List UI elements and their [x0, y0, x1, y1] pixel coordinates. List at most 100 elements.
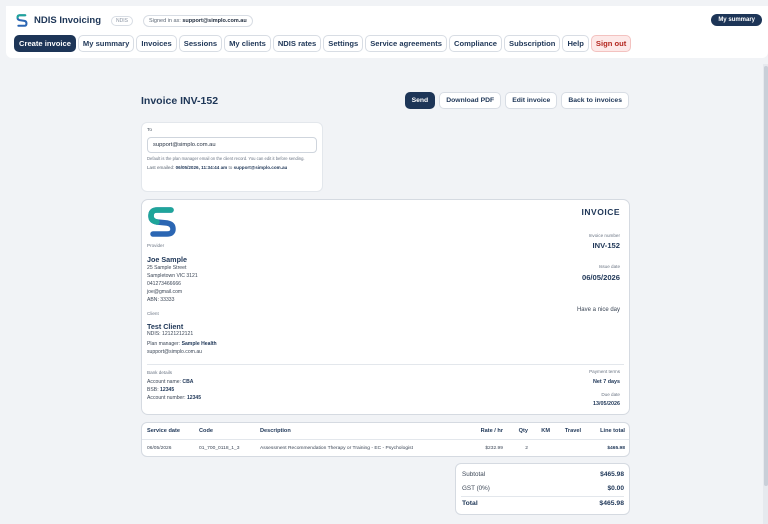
my-summary-button[interactable]: My summary: [711, 14, 762, 26]
cell-service-date: 06/05/2026: [147, 446, 172, 451]
invoice-number-label: Invoice number: [588, 233, 620, 238]
ndis-badge: NDIS: [111, 15, 133, 26]
totals-divider: [461, 496, 624, 497]
account-number-line: Account number: 12345: [147, 395, 201, 403]
col-km: KM: [541, 428, 550, 434]
nav-sign-out[interactable]: Sign out: [590, 35, 632, 52]
invoice-divider: [147, 364, 624, 365]
payment-terms: Net 7 days: [593, 379, 620, 385]
nav-ndis-rates[interactable]: NDIS rates: [272, 35, 322, 52]
table-header: Service date Code Description Rate / hr …: [142, 423, 629, 440]
scrollbar-thumb[interactable]: [764, 66, 768, 486]
col-line-total: Line total: [600, 428, 625, 434]
nav-invoices[interactable]: Invoices: [136, 35, 177, 52]
edit-invoice-button[interactable]: Edit invoice: [505, 92, 558, 109]
plan-manager-line: Plan manager: Sample Health: [147, 341, 217, 349]
plan-manager-info: Plan manager: Sample Health support@simp…: [147, 341, 217, 357]
app-logo-icon: [16, 14, 28, 27]
client-label: Client: [147, 311, 159, 316]
send-button[interactable]: Send: [404, 92, 436, 109]
total-value: $465.98: [599, 500, 624, 507]
app-header: NDIS Invoicing NDIS Signed in as: suppor…: [6, 6, 768, 58]
last-emailed-recipient: support@simplo.com.au: [233, 165, 288, 171]
invoice-number: INV-152: [592, 241, 620, 250]
provider-abn: ABN: 33333: [147, 296, 175, 303]
invoice-card: INVOICE Provider Joe Sample 25 Sample St…: [141, 199, 630, 415]
totals-card: Subtotal $465.98 GST (0%) $0.00 Total $4…: [455, 463, 630, 515]
issue-date: 06/05/2026: [581, 273, 620, 282]
to-label: To: [147, 128, 153, 133]
col-code: Code: [199, 428, 213, 434]
cell-qty: 2: [525, 446, 528, 451]
client-ndis: NDIS: 12121212121: [147, 331, 194, 337]
nav-my-clients[interactable]: My clients: [224, 35, 271, 52]
due-date-label: Due date: [601, 392, 620, 397]
recipient-email-field[interactable]: support@simplo.com.au: [147, 137, 317, 153]
cell-rate: $232.99: [485, 446, 503, 451]
page-title: Invoice INV-152: [141, 95, 219, 107]
invoice-note: Have a nice day: [576, 307, 620, 313]
plan-manager-email: support@simplo.com.au: [147, 348, 202, 355]
provider-details: 25 Sample Street Sampletown VIC 3121 041…: [147, 265, 198, 304]
gst-row: GST (0%) $0.00: [462, 485, 624, 492]
nav-help[interactable]: Help: [562, 35, 589, 52]
app-title: NDIS Invoicing: [34, 15, 102, 26]
nav-service-agreements[interactable]: Service agreements: [365, 35, 447, 52]
last-emailed-label: Last emailed:: [147, 165, 175, 171]
main-nav: Create invoice My summary Invoices Sessi…: [14, 35, 632, 52]
col-qty: Qty: [518, 428, 528, 434]
provider-label: Provider: [147, 243, 165, 248]
signed-in-label: Signed in as:: [149, 17, 181, 24]
invoice-actions: Send Download PDF Edit invoice Back to i…: [404, 92, 629, 109]
account-name-label: Account name:: [147, 379, 181, 385]
gst-value: $0.00: [607, 485, 624, 492]
nav-create-invoice[interactable]: Create invoice: [14, 35, 76, 52]
cell-description: Assessment Recommendation Therapy or Tra…: [260, 446, 413, 451]
last-emailed-info: Last emailed: 06/05/2026, 11:34:44 am to…: [147, 165, 317, 170]
provider-logo-icon: [148, 207, 176, 237]
signed-in-indicator: Signed in as: support@simplo.com.au: [143, 14, 253, 27]
subtotal-label: Subtotal: [462, 471, 486, 478]
account-number-label: Account number:: [147, 394, 186, 401]
brand: NDIS Invoicing NDIS Signed in as: suppor…: [16, 14, 253, 27]
signed-in-email: support@simplo.com.au: [182, 17, 247, 24]
recipient-help-text: Default is the plan manager email on the…: [147, 156, 305, 161]
cell-code: 01_700_0118_1_3: [199, 446, 240, 451]
provider-phone: 041273466666: [147, 280, 181, 287]
nav-subscription[interactable]: Subscription: [504, 35, 561, 52]
account-name: CBA: [182, 379, 194, 385]
subtotal-row: Subtotal $465.98: [462, 471, 624, 478]
provider-address-line1: 25 Sample Street: [147, 265, 187, 271]
bsb: 12345: [160, 386, 175, 393]
table-row: 06/05/2026 01_700_0118_1_3 Assessment Re…: [142, 440, 629, 457]
payment-terms-label: Payment terms: [589, 369, 620, 374]
account-number: 12345: [186, 394, 202, 401]
plan-manager-name: Sample Health: [181, 341, 217, 347]
last-emailed-to-word: to: [228, 165, 233, 171]
last-emailed-time: 06/05/2026, 11:34:44 am: [175, 165, 228, 171]
nav-my-summary[interactable]: My summary: [77, 35, 135, 52]
account-name-line: Account name: CBA: [147, 379, 201, 387]
bsb-label: BSB:: [147, 386, 159, 393]
col-travel: Travel: [564, 428, 581, 434]
nav-compliance[interactable]: Compliance: [448, 35, 503, 52]
col-description: Description: [260, 428, 291, 434]
col-service-date: Service date: [147, 428, 180, 434]
provider-name: Joe Sample: [147, 255, 187, 264]
line-items-table: Service date Code Description Rate / hr …: [141, 422, 630, 457]
nav-sessions[interactable]: Sessions: [178, 35, 223, 52]
issue-date-label: Issue date: [598, 264, 620, 269]
subtotal-value: $465.98: [600, 471, 624, 478]
bank-details-label: Bank details: [147, 370, 173, 375]
bsb-line: BSB: 12345: [147, 387, 201, 395]
send-to-card: To support@simplo.com.au Default is the …: [141, 122, 323, 192]
plan-manager-label: Plan manager:: [147, 341, 181, 347]
cell-line-total: $465.98: [607, 446, 625, 451]
invoice-heading: INVOICE: [581, 207, 620, 217]
total-label: Total: [462, 500, 478, 507]
download-pdf-button[interactable]: Download PDF: [439, 92, 502, 109]
back-to-invoices-button[interactable]: Back to invoices: [561, 92, 629, 109]
nav-settings[interactable]: Settings: [323, 35, 364, 52]
gst-label: GST (0%): [462, 485, 490, 492]
provider-email: joe@gmail.com: [147, 288, 183, 295]
